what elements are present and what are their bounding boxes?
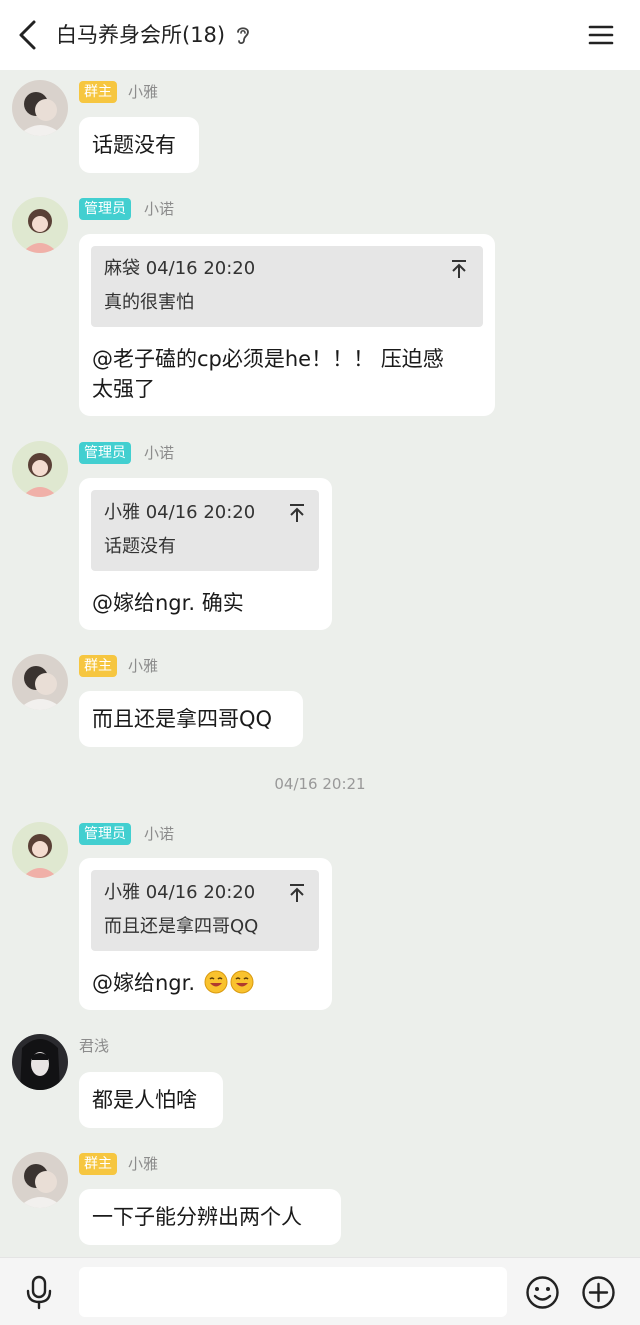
quote-header: 麻袋 04/16 20:20 — [104, 258, 256, 279]
quote-body: 真的很害怕 — [104, 292, 194, 313]
message-text: 都是人怕啥 — [92, 1088, 197, 1112]
message-bubble[interactable]: 一下子能分辨出两个人 — [79, 1189, 341, 1245]
sender-name: 小雅 — [128, 657, 159, 675]
plus-circle-icon[interactable] — [581, 1275, 616, 1310]
quote-body: 话题没有 — [104, 536, 176, 557]
admin-badge: 管理员 — [79, 198, 131, 220]
message-text: @嫁给ngr. — [92, 968, 254, 998]
message-text-content: @嫁给ngr. — [92, 971, 196, 995]
owner-badge: 群主 — [79, 655, 117, 677]
message-text: 话题没有 — [92, 133, 176, 157]
avatar[interactable] — [12, 1034, 68, 1090]
message-text: 一下子能分辨出两个人 — [92, 1205, 302, 1229]
avatar[interactable] — [12, 197, 68, 253]
sender-name: 小雅 — [128, 83, 159, 101]
message-text: 而且还是拿四哥QQ — [92, 707, 273, 731]
input-bar — [0, 1257, 640, 1325]
time-divider: 04/16 20:21 — [274, 775, 366, 793]
quote-body: 而且还是拿四哥QQ — [104, 916, 259, 937]
avatar[interactable] — [12, 1152, 68, 1208]
message-bubble[interactable]: 小雅 04/16 20:20 而且还是拿四哥QQ @嫁给ngr. — [79, 858, 332, 1010]
grin-emoji-icon — [230, 970, 254, 994]
message-text-line: 太强了 — [92, 377, 155, 401]
message-bubble[interactable]: 小雅 04/16 20:20 话题没有 @嫁给ngr. 确实 — [79, 478, 332, 630]
menu-icon[interactable] — [586, 20, 616, 50]
avatar[interactable] — [12, 80, 68, 136]
sender-name: 小诺 — [144, 200, 175, 218]
sender-name: 小诺 — [144, 444, 175, 462]
avatar[interactable] — [12, 441, 68, 497]
microphone-icon[interactable] — [22, 1274, 56, 1310]
admin-badge: 管理员 — [79, 442, 131, 464]
message-bubble[interactable]: 麻袋 04/16 20:20 真的很害怕 @老子磕的cp必须是he！！！ 压迫感… — [79, 234, 495, 416]
smiley-icon[interactable] — [525, 1275, 560, 1310]
back-icon[interactable] — [14, 18, 44, 52]
message-input[interactable] — [79, 1267, 507, 1317]
quoted-message[interactable]: 小雅 04/16 20:20 话题没有 — [91, 490, 319, 571]
avatar[interactable] — [12, 654, 68, 710]
quoted-message[interactable]: 麻袋 04/16 20:20 真的很害怕 — [91, 246, 483, 327]
message-bubble[interactable]: 都是人怕啥 — [79, 1072, 223, 1128]
sender-name: 君浅 — [79, 1037, 110, 1055]
sender-name: 小雅 — [128, 1155, 159, 1173]
chat-title[interactable]: 白马养身会所(18) — [56, 19, 225, 51]
sender-name: 小诺 — [144, 825, 175, 843]
quote-header: 小雅 04/16 20:20 — [104, 502, 256, 523]
owner-badge: 群主 — [79, 1153, 117, 1175]
jump-to-quote-icon[interactable] — [287, 882, 307, 904]
quoted-message[interactable]: 小雅 04/16 20:20 而且还是拿四哥QQ — [91, 870, 319, 951]
message-bubble[interactable]: 而且还是拿四哥QQ — [79, 691, 303, 747]
message-text: @嫁给ngr. 确实 — [92, 591, 244, 615]
owner-badge: 群主 — [79, 81, 117, 103]
message-text-line: @老子磕的cp必须是he！！！ 压迫感 — [92, 347, 444, 371]
jump-to-quote-icon[interactable] — [287, 502, 307, 524]
jump-to-quote-icon[interactable] — [449, 258, 469, 280]
grin-emoji-icon — [204, 970, 228, 994]
admin-badge: 管理员 — [79, 823, 131, 845]
top-bar: 白马养身会所(18) — [0, 0, 640, 70]
ear-icon[interactable] — [233, 23, 253, 47]
avatar[interactable] — [12, 822, 68, 878]
quote-header: 小雅 04/16 20:20 — [104, 882, 256, 903]
message-bubble[interactable]: 话题没有 — [79, 117, 199, 173]
